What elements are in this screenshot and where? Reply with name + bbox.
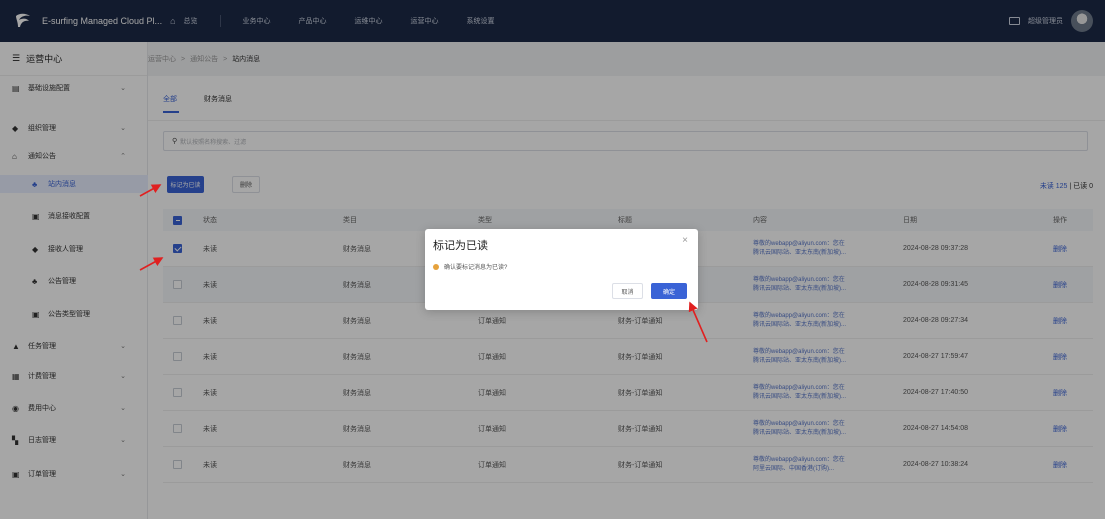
dialog-message: 确认要标记消息为已读? xyxy=(433,262,507,271)
dialog-title: 标记为已读 xyxy=(433,240,488,252)
warning-icon xyxy=(433,263,439,270)
cancel-button[interactable]: 取消 xyxy=(612,283,643,299)
close-icon[interactable]: × xyxy=(682,235,688,246)
dialog-message-text: 确认要标记消息为已读? xyxy=(444,265,508,271)
confirm-button[interactable]: 确定 xyxy=(651,283,687,299)
confirm-dialog: 标记为已读 × 确认要标记消息为已读? 取消 确定 xyxy=(425,229,698,310)
